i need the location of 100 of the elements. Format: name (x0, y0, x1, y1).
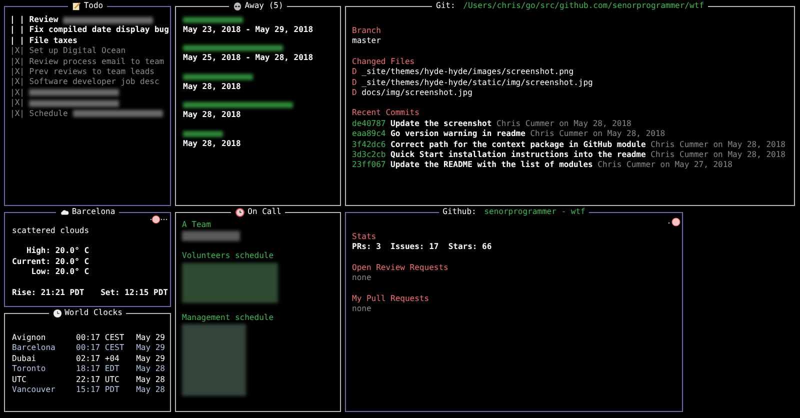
redacted-block (182, 231, 240, 242)
panel-title: Git: (436, 1, 456, 12)
clock-date: May 29 (136, 333, 165, 344)
empty-value: none (352, 304, 372, 314)
section-heading: Changed Files (352, 56, 416, 68)
commit-author: Chris Cummer on May 28, 2018 (496, 118, 632, 128)
away-date: May 28, 2018 (183, 138, 242, 150)
city-name: Vancouver (12, 385, 56, 396)
away-date: May 25, 2018 - May 28, 2018 (183, 53, 314, 64)
away-date: May 23, 2018 - May 29, 2018 (183, 25, 314, 36)
city-name: Toronto (12, 364, 47, 375)
away-date: May 28, 2018 (183, 110, 242, 121)
panel-title: Barcelona (72, 207, 116, 218)
city-name: Avignon (12, 333, 47, 344)
city-name: Barcelona (12, 343, 56, 354)
checkbox[interactable]: | | (10, 15, 30, 26)
temperature-reading: High: 20.0° C (25, 246, 90, 257)
section-heading: Stats (352, 232, 378, 242)
file-status: D (352, 78, 358, 87)
commit-message: Update the screenshot (390, 118, 493, 128)
todo-text: Schedule (29, 108, 69, 119)
checkbox[interactable]: |X| (10, 66, 30, 78)
file-path: _site/themes/hyde-hyde/images/screenshot.png (362, 67, 574, 76)
schedule-name: A Team (182, 220, 212, 230)
clock-time: 00:17 CEST (76, 343, 126, 354)
city-name: Dubai (12, 354, 38, 364)
schedule-name: Volunteers schedule (182, 251, 275, 262)
panel-title: On Call (248, 207, 282, 218)
commit-message: Go version warning in readme (390, 129, 526, 138)
clock-time: 18:17 EDT (76, 364, 120, 375)
clock-date: May 29 (136, 343, 165, 354)
clock-icon (52, 308, 62, 318)
alien-icon (232, 2, 242, 11)
temperature-reading: Low: 20.0° C (30, 267, 90, 278)
checkbox[interactable]: |X| (10, 88, 30, 98)
panel-title: World Clocks (64, 308, 122, 318)
temperature-reading: Current: 20.0° C (12, 256, 90, 268)
redacted-block (183, 17, 243, 23)
clock-date: May 29 (136, 354, 165, 364)
redacted-block (183, 74, 253, 80)
todo-text: Prev reviews to team leads (29, 66, 156, 78)
notepad-icon (72, 2, 81, 11)
clock-time: 15:17 PDT (76, 385, 120, 396)
commit-author: Chris Cummer on May 28, 2018 (650, 150, 786, 160)
away-date: May 28, 2018 (183, 82, 242, 92)
section-heading: Recent Commits (352, 108, 420, 119)
checkbox[interactable]: |X| (10, 77, 30, 88)
checkbox[interactable]: |X| (10, 46, 30, 57)
city-name: UTC (12, 374, 28, 386)
clock-date: May 28 (136, 364, 165, 375)
panel-title-path: senorprogrammer - wtf (484, 207, 586, 218)
github-stats: PRs: 3 Issues: 17 Stars: 66 (352, 242, 493, 253)
commit-hash: de40787 (352, 118, 387, 128)
sunset-time: Set: 12:15 PDT (100, 288, 168, 298)
clock-time: 00:17 CEST (76, 333, 126, 344)
commit-hash: 23ff067 (352, 160, 387, 170)
clock-time: 02:17 +04 (76, 354, 120, 364)
section-heading: My Pull Requests (352, 294, 430, 304)
commit-hash: 3f42dc6 (352, 140, 387, 149)
todo-text: Review process email to team (29, 56, 166, 67)
todo-text: Review (29, 15, 60, 26)
commit-author: Chris Cummer on May 28, 2018 (530, 129, 666, 138)
panel-title: Todo (84, 1, 104, 12)
redacted-block (183, 130, 223, 137)
commit-message: Quick Start installation instructions into the readme (390, 150, 647, 160)
section-heading: Open Review Requests (352, 262, 450, 274)
todo-text: Software developer job desc (29, 77, 160, 88)
todo-text: Fix compiled date display bug (29, 25, 170, 36)
file-path: _site/themes/hyde-hyde/static/img/screenshot.jpg (362, 78, 593, 87)
commit-author: Chris Cummer on May 27, 2018 (598, 160, 732, 170)
commit-hash: eaa89c4 (352, 129, 387, 138)
weather-description: scattered clouds (12, 226, 90, 236)
commit-message: Correct path for the context package in GitHub module (390, 140, 647, 149)
sunrise-time: Rise: 21:21 PDT (12, 288, 84, 298)
panel-title: Github: (442, 207, 478, 218)
face-icon (150, 215, 168, 224)
face-icon (667, 217, 681, 227)
checkbox[interactable]: |X| (10, 56, 30, 67)
panel-title: Away (5) (244, 1, 284, 12)
file-path: docs/img/screenshot.jpg (362, 88, 472, 98)
branch-name: master (352, 36, 382, 47)
cloud-icon (60, 208, 69, 216)
clock-date: May 28 (136, 374, 165, 386)
panel-title-path: /Users/chris/go/src/github.com/senorprogrammer/wtf (463, 1, 704, 12)
alarm-clock-icon (234, 207, 245, 218)
empty-value: none (352, 273, 372, 284)
clock-time: 22:17 UTC (76, 374, 120, 386)
commit-message: Update the README with the list of modules (390, 160, 594, 170)
commit-hash: 3d3c2cb (352, 150, 387, 160)
checkbox[interactable]: |X| (10, 98, 30, 109)
todo-text: File taxes (29, 36, 78, 46)
file-status: D (352, 88, 358, 98)
schedule-name: Management schedule (182, 312, 275, 324)
checkbox[interactable]: | | (10, 25, 30, 36)
checkbox[interactable]: |X| (10, 108, 30, 119)
commit-author: Chris Cummer on May 28, 2018 (650, 140, 786, 149)
checkbox[interactable]: | | (10, 36, 30, 46)
file-status: D (352, 67, 358, 76)
clock-date: May 28 (136, 385, 165, 396)
todo-text: Set up Digital Ocean (29, 46, 127, 57)
